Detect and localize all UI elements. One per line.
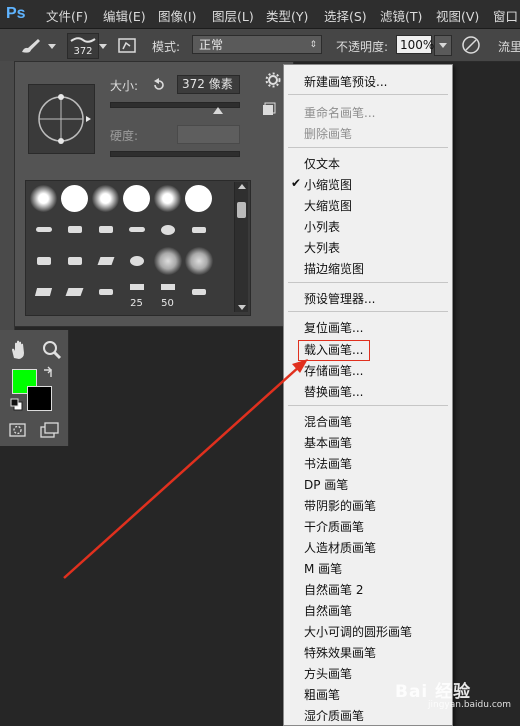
baidu-jingyan-watermark: Bai 经验 [395,682,472,702]
watermark-url: jingyan.baidu.com [428,700,512,710]
annotation-arrow-icon [63,359,308,579]
